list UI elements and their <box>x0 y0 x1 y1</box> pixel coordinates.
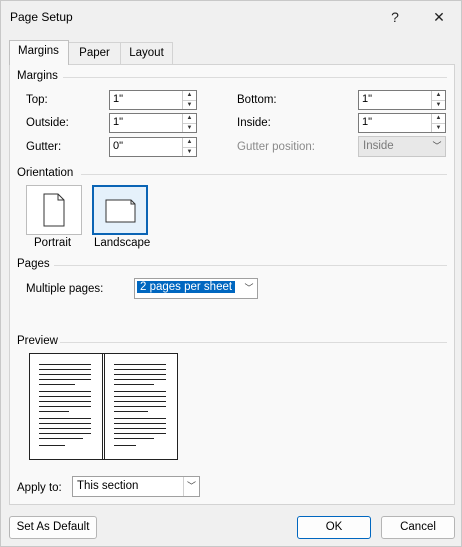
multiple-pages-value: 2 pages per sheet <box>135 280 237 294</box>
tab-layout[interactable]: Layout <box>120 42 173 64</box>
help-button[interactable]: ? <box>381 6 409 28</box>
spin-up-icon[interactable]: ▲ <box>432 114 445 123</box>
chevron-down-icon[interactable]: ﹀ <box>241 279 257 298</box>
spin-up-icon[interactable]: ▲ <box>432 91 445 100</box>
gutter-position-select: Inside ﹀ <box>358 136 446 157</box>
preview-image <box>29 353 178 460</box>
page-setup-dialog: Page Setup ? ✕ Margins Paper Layout Marg… <box>0 0 462 547</box>
spin-up-icon[interactable]: ▲ <box>183 138 196 147</box>
gutter-label: Gutter: <box>26 141 62 153</box>
outside-margin-spinner[interactable]: 1" ▲ ▼ <box>109 113 197 133</box>
preview-group-label: Preview <box>17 335 58 347</box>
multiple-pages-label: Multiple pages: <box>26 283 104 295</box>
spin-down-icon[interactable]: ▼ <box>432 100 445 109</box>
tab-paper[interactable]: Paper <box>68 42 121 64</box>
landscape-label: Landscape <box>94 237 151 249</box>
apply-to-label: Apply to: <box>17 482 62 494</box>
preview-spine <box>102 354 105 459</box>
set-as-default-button[interactable]: Set As Default <box>9 516 97 539</box>
portrait-page-icon <box>43 193 65 227</box>
chevron-down-icon[interactable]: ﹀ <box>183 477 199 496</box>
portrait-button[interactable] <box>26 185 82 235</box>
close-button[interactable]: ✕ <box>425 6 453 28</box>
gutter-position-value: Inside <box>363 140 394 152</box>
apply-to-value: This section <box>77 480 139 492</box>
spin-down-icon[interactable]: ▼ <box>183 100 196 109</box>
inside-label: Inside: <box>237 117 271 129</box>
top-margin-value: 1" <box>113 93 124 105</box>
spin-down-icon[interactable]: ▼ <box>183 147 196 156</box>
window-title: Page Setup <box>10 10 73 24</box>
orientation-group-label: Orientation <box>17 167 74 179</box>
spin-down-icon[interactable]: ▼ <box>432 123 445 132</box>
gutter-spinner[interactable]: 0" ▲ ▼ <box>109 137 197 157</box>
landscape-page-icon <box>105 199 136 223</box>
gutter-position-label: Gutter position: <box>237 141 315 153</box>
top-label: Top: <box>26 94 48 106</box>
gutter-value: 0" <box>113 140 124 152</box>
margins-divider <box>63 77 447 78</box>
orientation-divider <box>81 174 447 175</box>
spin-down-icon[interactable]: ▼ <box>183 123 196 132</box>
pages-group-label: Pages <box>17 258 50 270</box>
outside-margin-value: 1" <box>113 116 124 128</box>
pages-divider <box>54 265 447 266</box>
apply-to-select[interactable]: This section ﹀ <box>72 476 200 497</box>
multiple-pages-select[interactable]: 2 pages per sheet ﹀ <box>134 278 258 299</box>
margins-group-label: Margins <box>17 70 58 82</box>
chevron-down-icon: ﹀ <box>432 141 442 151</box>
cancel-button[interactable]: Cancel <box>381 516 455 539</box>
portrait-label: Portrait <box>34 237 72 249</box>
spin-up-icon[interactable]: ▲ <box>183 114 196 123</box>
landscape-button[interactable] <box>92 185 148 235</box>
bottom-margin-value: 1" <box>362 93 373 105</box>
bottom-label: Bottom: <box>237 94 277 106</box>
outside-label: Outside: <box>26 117 69 129</box>
spin-up-icon[interactable]: ▲ <box>183 91 196 100</box>
inside-margin-value: 1" <box>362 116 373 128</box>
bottom-margin-spinner[interactable]: 1" ▲ ▼ <box>358 90 446 110</box>
inside-margin-spinner[interactable]: 1" ▲ ▼ <box>358 113 446 133</box>
tab-margins[interactable]: Margins <box>9 40 69 65</box>
ok-button[interactable]: OK <box>297 516 371 539</box>
preview-divider <box>60 342 447 343</box>
top-margin-spinner[interactable]: 1" ▲ ▼ <box>109 90 197 110</box>
